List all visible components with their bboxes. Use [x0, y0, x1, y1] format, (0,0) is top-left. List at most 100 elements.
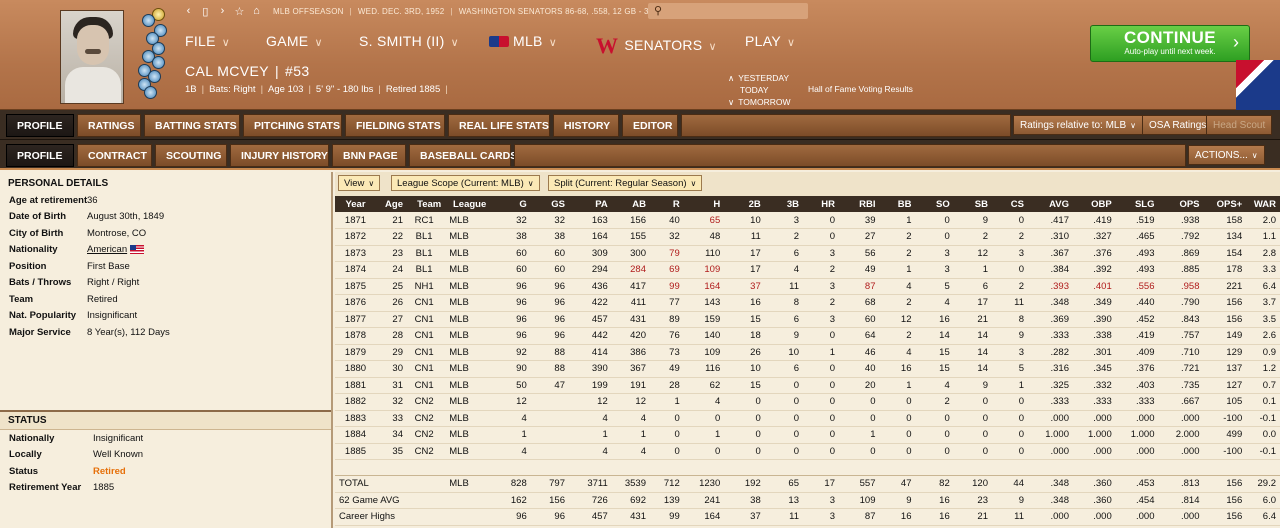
- awards-badges[interactable]: [132, 6, 172, 102]
- table-cell: 309: [569, 245, 612, 262]
- detail-value[interactable]: American: [87, 244, 127, 255]
- head-scout-button[interactable]: Head Scout: [1206, 115, 1273, 135]
- ratings-relative-dropdown[interactable]: Ratings relative to: MLB ∨: [1013, 115, 1144, 135]
- tab-history[interactable]: HISTORY: [553, 114, 619, 137]
- table-row[interactable]: 1875 25 NH1 MLB 96 96 436 417 99 164 37 11 3 87 4 5 6 2.3…: [335, 278, 1280, 295]
- view-dropdown[interactable]: View ∨: [338, 175, 381, 191]
- star-icon[interactable]: ☆: [231, 5, 248, 18]
- table-cell: NH1: [407, 278, 446, 295]
- table-cell: 22: [380, 228, 407, 246]
- column-header[interactable]: GS: [530, 196, 569, 212]
- table-cell: 116: [683, 360, 725, 378]
- table-cell: .327: [1073, 228, 1116, 246]
- column-header[interactable]: PA: [569, 196, 612, 212]
- tab-ratings[interactable]: RATINGS: [77, 114, 141, 137]
- tab-profile[interactable]: PROFILE: [6, 114, 74, 137]
- page-icon[interactable]: ▯: [197, 5, 214, 18]
- timeline-tomorrow[interactable]: ∨ TOMORROW: [728, 96, 791, 108]
- actions-button[interactable]: ACTIONS... ∨: [1188, 145, 1265, 165]
- column-header[interactable]: OBP: [1073, 196, 1116, 212]
- menu-play[interactable]: PLAY ∨: [745, 33, 795, 49]
- table-row[interactable]: 1880 30 CN1 MLB 90 88 390 367 49 116 10 6 0 40 16 15 14 5…: [335, 360, 1280, 378]
- column-header[interactable]: OPS: [1158, 196, 1204, 212]
- table-cell: .409: [1115, 344, 1159, 361]
- column-header[interactable]: CS: [992, 196, 1028, 212]
- column-header[interactable]: Age: [380, 196, 407, 212]
- tab-fielding-stats[interactable]: FIELDING STATS: [345, 114, 445, 137]
- column-header[interactable]: BB: [879, 196, 916, 212]
- table-cell: 17: [724, 261, 765, 279]
- search-input[interactable]: ⚲: [648, 3, 808, 19]
- table-cell: 87: [839, 278, 880, 295]
- table-cell: 0: [803, 393, 839, 411]
- column-header[interactable]: G: [490, 196, 531, 212]
- menu-league[interactable]: MLB ∨: [489, 33, 557, 49]
- league-scope-dropdown[interactable]: League Scope (Current: MLB) ∨: [391, 175, 540, 191]
- table-cell: 411: [611, 294, 650, 312]
- table-row[interactable]: 1879 29 CN1 MLB 92 88 414 386 73 109 26 10 1 46 4 15 14 3…: [335, 344, 1280, 361]
- table-cell: MLB: [445, 261, 491, 279]
- table-cell: 0: [953, 410, 992, 427]
- table-cell: MLB: [445, 360, 491, 378]
- table-row[interactable]: 1876 26 CN1 MLB 96 96 422 411 77 143 16 8 2 68 2 4 17 11.…: [335, 294, 1280, 312]
- table-cell: 0.7: [1246, 377, 1280, 394]
- table-cell: [407, 508, 446, 526]
- subtab-profile[interactable]: PROFILE: [6, 144, 74, 167]
- column-header[interactable]: SLG: [1115, 196, 1159, 212]
- menu-game[interactable]: GAME ∨: [266, 33, 323, 49]
- table-cell: 0: [803, 426, 839, 444]
- table-row[interactable]: 1874 24 BL1 MLB 60 60 294 284 69 109 17 4 2 49 1 3 1 0.38…: [335, 261, 1280, 279]
- column-header[interactable]: HR: [803, 196, 839, 212]
- home-icon[interactable]: ⌂: [248, 5, 265, 17]
- tab-editor[interactable]: EDITOR: [622, 114, 678, 137]
- subtab-injury-history[interactable]: INJURY HISTORY: [230, 144, 329, 167]
- column-header[interactable]: AVG: [1028, 196, 1073, 212]
- column-header[interactable]: RBI: [839, 196, 880, 212]
- osa-ratings-button[interactable]: OSA Ratings: [1142, 115, 1214, 135]
- tab-pitching-stats[interactable]: PITCHING STATS: [243, 114, 342, 137]
- back-icon[interactable]: ‹: [180, 5, 197, 17]
- table-cell: 96: [490, 327, 531, 345]
- table-row[interactable]: 1871 21 RC1 MLB 32 32 163 156 40 65 10 3 0 39 1 0 9 0.417…: [335, 212, 1280, 229]
- table-row[interactable]: 1884 34 CN2 MLB 1 1 1 0 1 0 0 0 1 0 0 0 0 1.000 1.000 1.000…: [335, 426, 1280, 444]
- tab-real-life-stats[interactable]: REAL LIFE STATS: [448, 114, 550, 137]
- table-cell: 9: [992, 327, 1028, 345]
- table-row[interactable]: 1885 35 CN2 MLB 4 4 4 0 0 0 0 0 0 0 0 0 0.000.000.000.00…: [335, 443, 1280, 460]
- column-header[interactable]: R: [650, 196, 684, 212]
- column-header[interactable]: 3B: [764, 196, 803, 212]
- column-header[interactable]: 2B: [724, 196, 765, 212]
- menu-file[interactable]: FILE ∨: [185, 33, 230, 49]
- column-header[interactable]: OPS+: [1203, 196, 1247, 212]
- news-headline[interactable]: Hall of Fame Voting Results: [808, 84, 913, 94]
- column-header[interactable]: SO: [915, 196, 954, 212]
- forward-icon[interactable]: ›: [214, 5, 231, 17]
- column-header[interactable]: WAR: [1246, 196, 1280, 212]
- column-header[interactable]: League: [445, 196, 491, 212]
- menu-manager[interactable]: S. SMITH (II) ∨: [359, 33, 459, 49]
- column-header[interactable]: AB: [611, 196, 650, 212]
- table-row[interactable]: 1877 27 CN1 MLB 96 96 457 431 89 159 15 6 3 60 12 16 21 8…: [335, 311, 1280, 328]
- table-cell: 3: [764, 212, 803, 229]
- column-header[interactable]: SB: [953, 196, 992, 212]
- split-dropdown[interactable]: Split (Current: Regular Season) ∨: [548, 175, 703, 191]
- subtab-bnn-page[interactable]: BNN PAGE: [332, 144, 406, 167]
- table-cell: .843: [1158, 311, 1204, 328]
- table-row[interactable]: 1881 31 CN1 MLB 50 47 199 191 28 62 15 0 0 20 1 4 9 1.325…: [335, 377, 1280, 394]
- table-row[interactable]: 1872 22 BL1 MLB 38 38 164 155 32 48 11 2 0 27 2 0 2 2.310…: [335, 228, 1280, 246]
- menu-team[interactable]: W SENATORS ∨: [596, 33, 717, 59]
- table-row[interactable]: 1883 33 CN2 MLB 4 4 4 0 0 0 0 0 0 0 0 0 0.000.000.000.00…: [335, 410, 1280, 427]
- subtab-contract[interactable]: CONTRACT: [77, 144, 152, 167]
- table-row[interactable]: 1873 23 BL1 MLB 60 60 309 300 79 110 17 6 3 56 2 3 12 3.3…: [335, 245, 1280, 262]
- column-header[interactable]: Year: [335, 196, 380, 212]
- column-header[interactable]: Team: [407, 196, 446, 212]
- table-cell: 9: [953, 377, 992, 394]
- subtab-scouting[interactable]: SCOUTING: [155, 144, 227, 167]
- timeline-yesterday[interactable]: ∧ YESTERDAY: [728, 72, 791, 84]
- timeline-today[interactable]: TODAY: [728, 84, 791, 96]
- table-row[interactable]: 1878 28 CN1 MLB 96 96 442 420 76 140 18 9 0 64 2 14 14 9.…: [335, 327, 1280, 345]
- continue-button[interactable]: CONTINUE Auto-play until next week. ›: [1090, 25, 1250, 62]
- table-row[interactable]: 1882 32 CN2 MLB 12 12 12 1 4 0 0 0 0 0 2 0 0.333.333.333…: [335, 393, 1280, 411]
- column-header[interactable]: H: [683, 196, 725, 212]
- subtab-baseball-cards[interactable]: BASEBALL CARDS: [409, 144, 517, 167]
- tab-batting-stats[interactable]: BATTING STATS: [144, 114, 240, 137]
